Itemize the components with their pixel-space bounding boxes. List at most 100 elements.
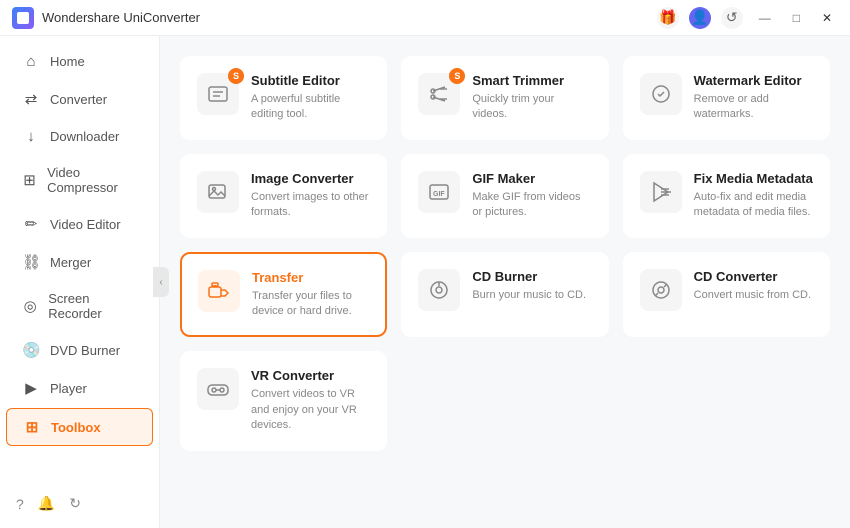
- cd-converter-icon-wrap: [640, 269, 682, 311]
- smart-trimmer-info: Smart Trimmer Quickly trim your videos.: [472, 73, 591, 123]
- sidebar-item-downloader[interactable]: ↓ Downloader: [6, 119, 153, 154]
- maximize-button[interactable]: □: [787, 9, 806, 27]
- vr-converter-name: VR Converter: [251, 368, 370, 383]
- image-converter-info: Image Converter Convert images to other …: [251, 171, 370, 221]
- image-converter-desc: Convert images to other formats.: [251, 190, 370, 221]
- cd-converter-desc: Convert music from CD.: [694, 288, 813, 303]
- cd-burner-info: CD Burner Burn your music to CD.: [472, 269, 591, 303]
- user-icon[interactable]: 👤: [689, 7, 711, 29]
- content-area: S Subtitle Editor A powerful subtitle ed…: [160, 36, 850, 528]
- player-icon: ▶: [22, 379, 40, 397]
- notification-icon[interactable]: 🔔: [38, 495, 55, 512]
- smart-trimmer-icon-wrap: S: [418, 73, 460, 115]
- video-compressor-icon: ⊞: [22, 171, 37, 189]
- cd-burner-name: CD Burner: [472, 269, 591, 284]
- tool-card-cd-burner[interactable]: CD Burner Burn your music to CD.: [401, 252, 608, 338]
- sidebar-item-merger[interactable]: ⛓ Merger: [6, 244, 153, 280]
- sidebar-label-converter: Converter: [50, 92, 107, 107]
- tool-card-subtitle-editor[interactable]: S Subtitle Editor A powerful subtitle ed…: [180, 56, 387, 140]
- toolbox-icon: ⊞: [23, 418, 41, 436]
- cd-converter-info: CD Converter Convert music from CD.: [694, 269, 813, 303]
- subtitle-editor-info: Subtitle Editor A powerful subtitle edit…: [251, 73, 370, 123]
- close-button[interactable]: ✕: [816, 9, 838, 27]
- gif-maker-desc: Make GIF from videos or pictures.: [472, 190, 591, 221]
- transfer-icon-wrap: [198, 270, 240, 312]
- fix-media-metadata-info: Fix Media Metadata Auto-fix and edit med…: [694, 171, 813, 221]
- tool-card-fix-media-metadata[interactable]: Fix Media Metadata Auto-fix and edit med…: [623, 154, 830, 238]
- cd-converter-name: CD Converter: [694, 269, 813, 284]
- gif-maker-name: GIF Maker: [472, 171, 591, 186]
- sidebar-collapse-button[interactable]: ‹: [153, 267, 169, 297]
- sidebar-nav: ⌂ Home ⇄ Converter ↓ Downloader ⊞ Video …: [0, 44, 159, 446]
- app-title: Wondershare UniConverter: [42, 10, 200, 25]
- watermark-editor-name: Watermark Editor: [694, 73, 813, 88]
- gif-maker-info: GIF Maker Make GIF from videos or pictur…: [472, 171, 591, 221]
- sync-icon[interactable]: ↻: [69, 495, 81, 512]
- cd-burner-icon-wrap: [418, 269, 460, 311]
- smart-trimmer-name: Smart Trimmer: [472, 73, 591, 88]
- sidebar-item-converter[interactable]: ⇄ Converter: [6, 81, 153, 117]
- main-layout: ⌂ Home ⇄ Converter ↓ Downloader ⊞ Video …: [0, 36, 850, 528]
- gif-maker-icon-wrap: GIF: [418, 171, 460, 213]
- tool-card-image-converter[interactable]: Image Converter Convert images to other …: [180, 154, 387, 238]
- vr-converter-desc: Convert videos to VR and enjoy on your V…: [251, 387, 370, 433]
- sidebar-item-home[interactable]: ⌂ Home: [6, 44, 153, 79]
- vr-converter-icon-wrap: [197, 368, 239, 410]
- app-logo: [12, 7, 34, 29]
- tool-card-smart-trimmer[interactable]: S Smart Trimmer Quickly trim your videos…: [401, 56, 608, 140]
- refresh-icon[interactable]: ↺: [721, 7, 743, 29]
- fix-media-metadata-icon-wrap: [640, 171, 682, 213]
- image-converter-icon-wrap: [197, 171, 239, 213]
- sidebar-label-merger: Merger: [50, 255, 91, 270]
- cd-burner-desc: Burn your music to CD.: [472, 288, 591, 303]
- sidebar-bottom: ? 🔔 ↻: [0, 487, 159, 520]
- watermark-editor-icon-wrap: [640, 73, 682, 115]
- sidebar-item-player[interactable]: ▶ Player: [6, 370, 153, 406]
- smart-trimmer-desc: Quickly trim your videos.: [472, 92, 591, 123]
- sidebar-label-toolbox: Toolbox: [51, 420, 101, 435]
- title-bar: Wondershare UniConverter 🎁 👤 ↺ — □ ✕: [0, 0, 850, 36]
- converter-icon: ⇄: [22, 90, 40, 108]
- help-icon[interactable]: ?: [16, 496, 24, 512]
- merger-icon: ⛓: [22, 253, 40, 271]
- tool-card-transfer[interactable]: Transfer Transfer your files to device o…: [180, 252, 387, 338]
- gift-icon[interactable]: 🎁: [657, 7, 679, 29]
- sidebar-label-home: Home: [50, 54, 85, 69]
- sidebar-label-video-editor: Video Editor: [50, 217, 121, 232]
- screen-recorder-icon: ◎: [22, 297, 38, 315]
- downloader-icon: ↓: [22, 128, 40, 145]
- home-icon: ⌂: [22, 53, 40, 70]
- smart-trimmer-badge: S: [449, 68, 465, 84]
- subtitle-editor-desc: A powerful subtitle editing tool.: [251, 92, 370, 123]
- watermark-editor-desc: Remove or add watermarks.: [694, 92, 813, 123]
- dvd-burner-icon: 💿: [22, 341, 40, 359]
- fix-media-metadata-desc: Auto-fix and edit media metadata of medi…: [694, 190, 813, 221]
- sidebar-item-dvd-burner[interactable]: 💿 DVD Burner: [6, 332, 153, 368]
- title-bar-right: 🎁 👤 ↺ — □ ✕: [657, 7, 838, 29]
- sidebar-item-video-compressor[interactable]: ⊞ Video Compressor: [6, 156, 153, 204]
- subtitle-editor-icon-wrap: S: [197, 73, 239, 115]
- transfer-info: Transfer Transfer your files to device o…: [252, 270, 369, 320]
- image-converter-name: Image Converter: [251, 171, 370, 186]
- sidebar-label-dvd-burner: DVD Burner: [50, 343, 120, 358]
- sidebar-item-video-editor[interactable]: ✏ Video Editor: [6, 206, 153, 242]
- tool-card-cd-converter[interactable]: CD Converter Convert music from CD.: [623, 252, 830, 338]
- sidebar-item-screen-recorder[interactable]: ◎ Screen Recorder: [6, 282, 153, 330]
- transfer-desc: Transfer your files to device or hard dr…: [252, 289, 369, 320]
- sidebar-label-screen-recorder: Screen Recorder: [48, 291, 137, 321]
- subtitle-editor-name: Subtitle Editor: [251, 73, 370, 88]
- subtitle-editor-badge: S: [228, 68, 244, 84]
- vr-converter-info: VR Converter Convert videos to VR and en…: [251, 368, 370, 433]
- minimize-button[interactable]: —: [753, 9, 777, 27]
- watermark-editor-info: Watermark Editor Remove or add watermark…: [694, 73, 813, 123]
- sidebar-label-player: Player: [50, 381, 87, 396]
- video-editor-icon: ✏: [22, 215, 40, 233]
- tool-card-gif-maker[interactable]: GIF GIF Maker Make GIF from videos or pi…: [401, 154, 608, 238]
- sidebar-label-video-compressor: Video Compressor: [47, 165, 137, 195]
- tool-card-vr-converter[interactable]: VR Converter Convert videos to VR and en…: [180, 351, 387, 450]
- title-bar-left: Wondershare UniConverter: [12, 7, 200, 29]
- tool-card-watermark-editor[interactable]: Watermark Editor Remove or add watermark…: [623, 56, 830, 140]
- tool-grid: S Subtitle Editor A powerful subtitle ed…: [180, 56, 830, 451]
- sidebar-item-toolbox[interactable]: ⊞ Toolbox: [6, 408, 153, 446]
- transfer-name: Transfer: [252, 270, 369, 285]
